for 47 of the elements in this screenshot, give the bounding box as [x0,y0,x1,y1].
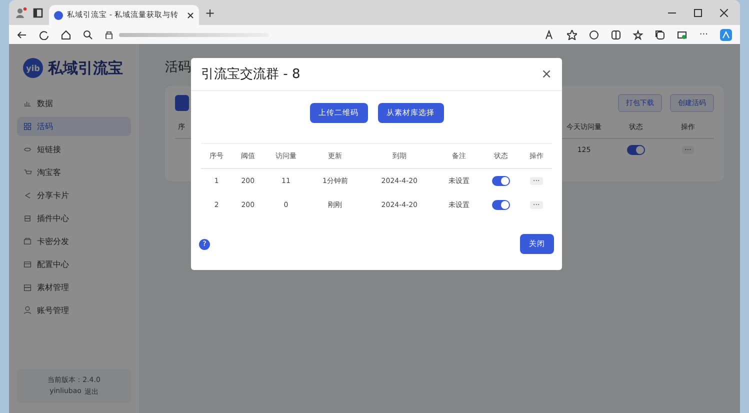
split-screen-icon[interactable] [611,30,622,40]
chain-icon [23,145,32,154]
sidebar-item[interactable]: 数据 [17,94,131,113]
folder-icon [23,283,32,292]
sidebar-item[interactable]: 配置中心 [17,255,131,274]
copilot-icon[interactable] [720,28,732,40]
page-title: 活码 [165,59,191,76]
profile-icon[interactable] [15,6,27,18]
toggle-switch[interactable] [492,200,510,210]
sidebar-item[interactable]: 活码 [17,117,131,136]
search-icon[interactable] [83,30,93,40]
maximize-icon[interactable] [694,8,702,16]
dialog-title: 引流宝交流群 - 8 [201,66,300,83]
new-tab-button[interactable]: + [205,6,216,20]
logo-badge: yib [23,58,43,78]
close-icon[interactable] [720,8,728,16]
wallet-icon[interactable] [677,30,688,40]
user-icon [23,306,32,315]
close-button[interactable]: × [541,66,552,82]
box-icon [23,237,32,246]
plugin-icon [23,214,32,223]
back-icon[interactable] [17,30,27,40]
share-icon [23,191,32,200]
grid-icon [23,122,32,131]
cart-icon [23,168,32,177]
sidebar-item[interactable]: 账号管理 [17,301,131,320]
sidebar-item[interactable]: 分享卡片 [17,186,131,205]
sidebar-item[interactable]: 插件中心 [17,209,131,228]
tab-actions-icon[interactable] [33,8,43,18]
favorites-icon[interactable] [633,30,644,40]
toggle-switch[interactable] [627,145,645,155]
star-icon[interactable] [567,30,578,40]
close-icon[interactable] [187,12,194,18]
refresh-icon[interactable] [39,30,49,40]
read-aloud-icon[interactable] [545,30,556,40]
lock-icon [105,30,113,39]
chart-icon [23,99,32,108]
sidebar-item[interactable]: 淘宝客 [17,163,131,182]
logo-text: 私域引流宝 [48,58,123,78]
sidebar-item[interactable]: 卡密分发 [17,232,131,251]
home-icon[interactable] [61,30,71,40]
sidebar-item[interactable]: 素材管理 [17,278,131,297]
sidebar-item[interactable]: 短链接 [17,140,131,159]
card-icon [23,260,32,269]
toggle-switch[interactable] [492,176,510,186]
collections-icon[interactable] [655,30,666,40]
more-menu-button[interactable]: ··· [699,30,708,40]
